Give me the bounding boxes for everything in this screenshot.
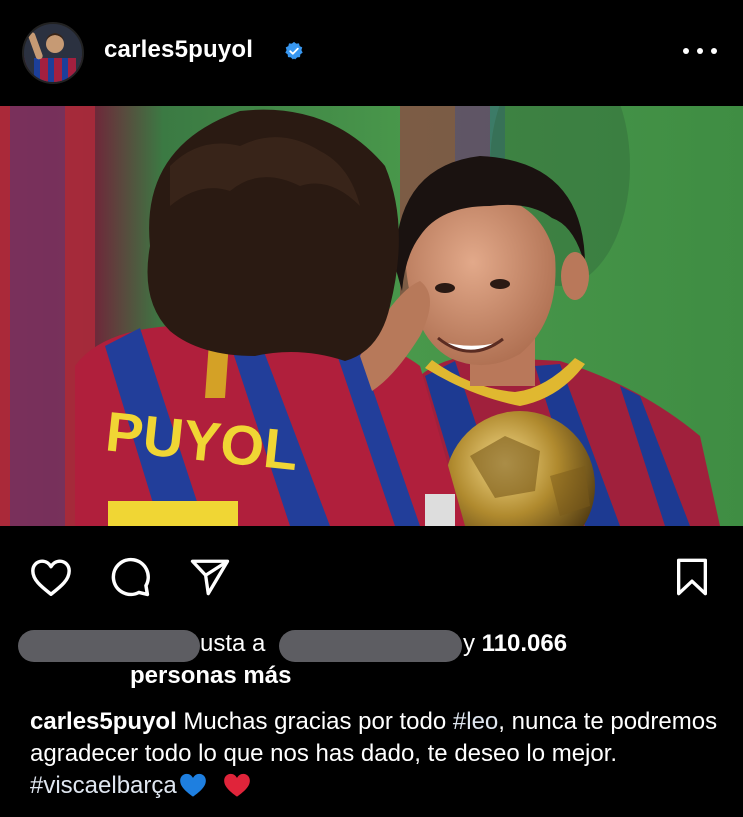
redacted-username[interactable] xyxy=(279,630,462,662)
bookmark-icon[interactable] xyxy=(669,554,715,600)
likes-text-part2[interactable]: y 110.066 xyxy=(463,630,567,658)
action-bar xyxy=(0,526,743,621)
red-heart-icon xyxy=(224,773,251,797)
post-image[interactable]: PUYOL xyxy=(0,106,743,526)
likes-summary: usta a y 110.066 personas más xyxy=(0,620,743,700)
post-header: carles5puyol xyxy=(0,0,743,106)
caption-hashtag-leo[interactable]: #leo xyxy=(453,708,498,735)
verified-badge-icon xyxy=(285,41,303,60)
heart-icon[interactable] xyxy=(28,554,74,600)
redacted-avatars xyxy=(18,630,200,662)
comment-icon[interactable] xyxy=(107,554,153,600)
more-options-icon[interactable] xyxy=(683,36,717,66)
caption-username[interactable]: carles5puyol xyxy=(30,708,177,735)
post-caption: carles5puyol Muchas gracias por todo #le… xyxy=(30,706,720,802)
profile-avatar[interactable] xyxy=(22,22,84,84)
likes-count: 110.066 xyxy=(481,630,568,657)
caption-text-1: Muchas gracias por todo xyxy=(183,708,447,735)
likes-text-part3[interactable]: personas más xyxy=(130,662,291,690)
post-username[interactable]: carles5puyol xyxy=(104,36,253,64)
send-icon[interactable] xyxy=(187,554,233,600)
caption-hashtag-viscaelbarca[interactable]: #viscaelbarça xyxy=(30,772,177,799)
blue-heart-icon xyxy=(179,773,206,797)
likes-text-part1: usta a xyxy=(200,630,266,657)
